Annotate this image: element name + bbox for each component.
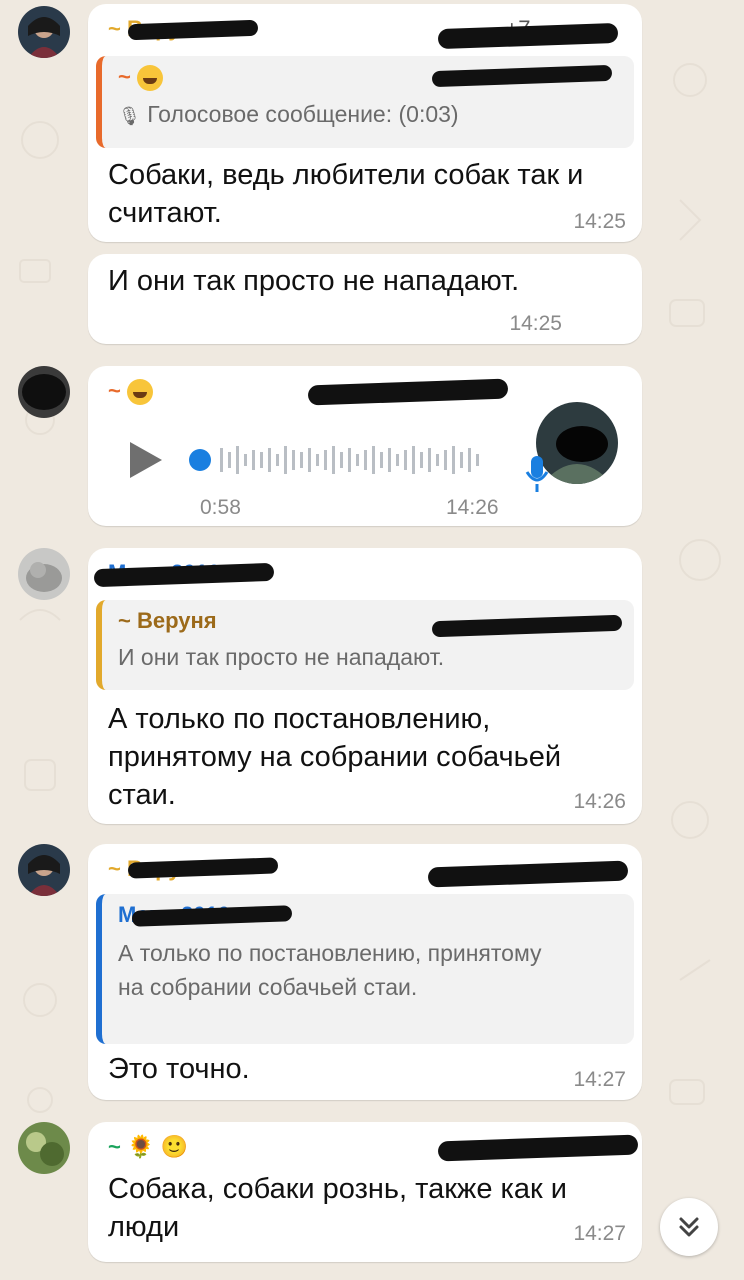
message-time: 14:27 <box>573 1068 626 1091</box>
message-text: А только по постановлению, принятому на … <box>108 703 562 811</box>
redaction-scribble <box>307 378 509 406</box>
smiling-face-emoji-icon: 🙂 <box>160 1134 188 1159</box>
laughing-emoji-icon <box>126 379 153 406</box>
message-text: Собаки, ведь любители собак так и считаю… <box>108 159 584 229</box>
message-text: И они так просто не нападают. <box>108 265 520 297</box>
message-bubble[interactable]: ~ Веруня Маня 2010 А только по постановл… <box>88 844 642 1100</box>
voice-duration: 0:58 <box>200 496 241 519</box>
avatar[interactable] <box>18 548 70 600</box>
sunflower-emoji-icon: 🌻 <box>126 1134 155 1159</box>
redaction-scribble <box>427 860 629 888</box>
quote-text: И они так просто не нападают. <box>118 644 445 670</box>
reply-quote[interactable]: ~ 🎙 Голосовое сообщение: (0:03) <box>96 56 634 148</box>
microphone-icon: 🎙 <box>118 106 141 127</box>
message-text: Собака, собаки рознь, также как и люди <box>108 1173 567 1243</box>
quote-text: 🎙 Голосовое сообщение: (0:03) <box>118 101 459 128</box>
sender-name[interactable]: ~ <box>108 378 153 406</box>
message-bubble[interactable]: ~ Веруня +7 ... ... .. .. ~ 🎙 Голосовое … <box>88 4 642 242</box>
sender-name[interactable]: ~ 🌻 🙂 <box>108 1134 188 1160</box>
quote-text: А только по постановлению, принятому на … <box>118 940 542 1000</box>
microphone-icon <box>525 456 549 492</box>
avatar[interactable] <box>18 1122 70 1174</box>
message-time: 14:26 <box>446 496 499 519</box>
message-bubble[interactable]: ~ 🌻 🙂 Собака, собаки рознь, также как и … <box>88 1122 642 1262</box>
voice-waveform[interactable] <box>188 440 498 480</box>
message-text: Это точно. <box>108 1053 250 1085</box>
message-time: 14:25 <box>573 210 626 233</box>
laughing-emoji-icon <box>136 65 163 92</box>
avatar[interactable] <box>18 366 70 418</box>
voice-message-bubble[interactable]: ~ 0:58 14:26 <box>88 366 642 526</box>
play-icon[interactable] <box>126 438 166 482</box>
avatar[interactable] <box>18 844 70 896</box>
redaction-scribble <box>127 19 259 41</box>
message-time: 14:26 <box>573 790 626 813</box>
reply-quote[interactable]: Маня 2010 А только по постановлению, при… <box>96 894 634 1044</box>
redaction-scribble <box>437 22 619 50</box>
message-time: 14:25 <box>509 312 562 335</box>
double-chevron-down-icon <box>679 1217 699 1237</box>
avatar[interactable] <box>18 6 70 58</box>
redaction-scribble <box>437 1134 639 1162</box>
reply-quote[interactable]: ~ Веруня И они так просто не нападают. <box>96 600 634 690</box>
message-bubble[interactable]: Маня 2010 ~ Веруня И они так просто не н… <box>88 548 642 824</box>
message-bubble[interactable]: И они так просто не нападают. 14:25 <box>88 254 642 344</box>
message-time: 14:27 <box>573 1222 626 1245</box>
scroll-down-button[interactable] <box>660 1198 718 1256</box>
